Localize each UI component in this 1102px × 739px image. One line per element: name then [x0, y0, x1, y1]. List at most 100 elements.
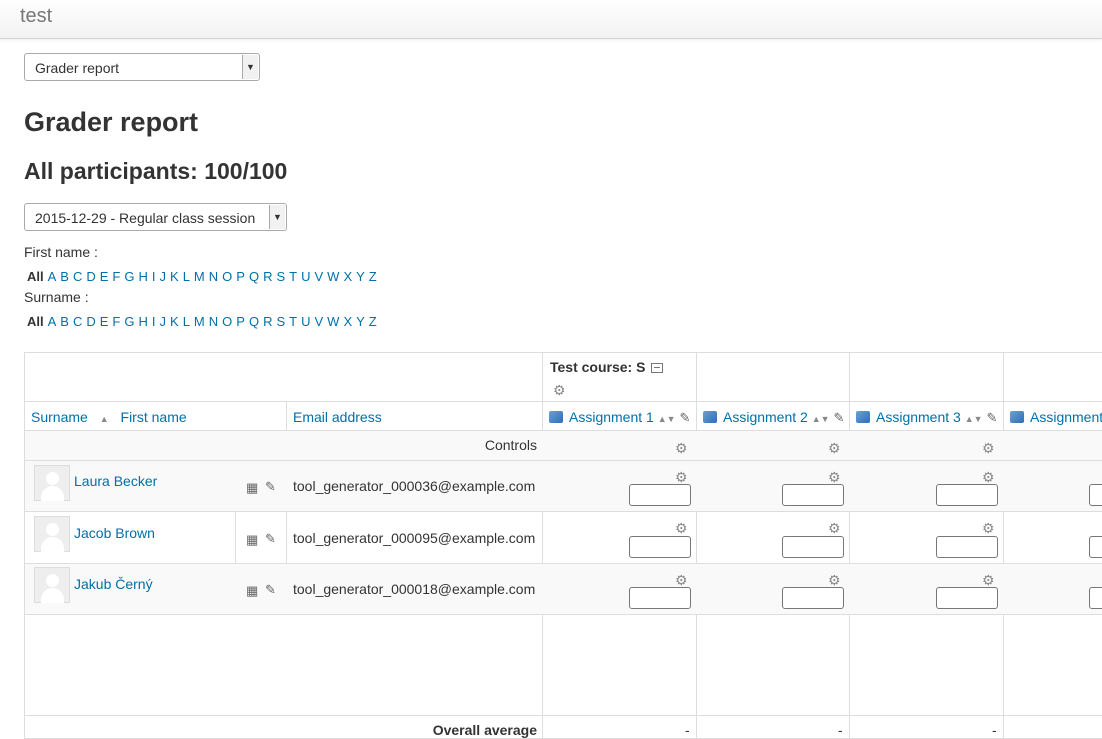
initial-letter-link[interactable]: O	[222, 314, 232, 329]
grid-icon[interactable]: ▦	[246, 480, 258, 496]
initial-letter-link[interactable]: T	[289, 269, 297, 284]
initial-letter-link[interactable]: F	[112, 269, 120, 284]
grade-input[interactable]	[1089, 587, 1102, 609]
initial-letter-link[interactable]: U	[301, 269, 310, 284]
grade-input[interactable]	[936, 536, 998, 558]
assignment-4-link[interactable]: Assignment	[1030, 409, 1102, 425]
initial-letter-link[interactable]: T	[289, 314, 297, 329]
initial-letter-link[interactable]: U	[301, 314, 310, 329]
initial-letter-link[interactable]: G	[124, 269, 134, 284]
grade-input[interactable]	[782, 587, 844, 609]
initial-letter-link[interactable]: M	[194, 314, 205, 329]
gear-icon[interactable]: ⚙	[982, 520, 995, 536]
initial-letter-link[interactable]: M	[194, 269, 205, 284]
gear-icon[interactable]: ⚙	[982, 440, 995, 456]
assignment-3-link[interactable]: Assignment 3	[876, 409, 961, 425]
initial-letter-link[interactable]: D	[86, 314, 95, 329]
gear-icon[interactable]: ⚙	[828, 520, 841, 536]
initial-letter-link[interactable]: V	[314, 314, 323, 329]
initial-letter-link[interactable]: Q	[249, 314, 259, 329]
pencil-icon[interactable]: ✎	[265, 582, 276, 598]
pencil-icon[interactable]: ✎	[265, 479, 276, 495]
gear-icon[interactable]: ⚙	[828, 440, 841, 456]
pencil-icon[interactable]: ✎	[265, 531, 276, 547]
initial-letter-link[interactable]: Q	[249, 269, 259, 284]
initial-letter-link[interactable]: K	[170, 269, 179, 284]
initial-letter-link[interactable]: J	[160, 269, 167, 284]
sort-ascending-icon[interactable]: ▲	[100, 414, 109, 424]
student-name-link[interactable]: Jacob Brown	[74, 525, 155, 541]
initial-letter-link[interactable]: W	[327, 314, 339, 329]
grid-icon[interactable]: ▦	[246, 532, 258, 548]
grade-input[interactable]	[782, 536, 844, 558]
gear-icon[interactable]: ⚙	[982, 469, 995, 485]
gear-icon[interactable]: ⚙	[828, 572, 841, 588]
grade-input[interactable]	[1089, 484, 1102, 506]
grade-input[interactable]	[936, 587, 998, 609]
initial-letter-link[interactable]: A	[48, 269, 57, 284]
initial-letter-link[interactable]: X	[343, 314, 352, 329]
initial-letter-link[interactable]: Z	[369, 314, 377, 329]
sort-surname-link[interactable]: Surname	[31, 409, 88, 425]
initial-letter-link[interactable]: Z	[369, 269, 377, 284]
collapse-icon[interactable]	[651, 363, 664, 373]
grade-input[interactable]	[629, 536, 691, 558]
initial-letter-link[interactable]: V	[314, 269, 323, 284]
initial-letter-link[interactable]: R	[263, 269, 272, 284]
initial-letter-link[interactable]: Y	[356, 314, 365, 329]
grade-input[interactable]	[782, 484, 844, 506]
initial-letter-link[interactable]: G	[124, 314, 134, 329]
report-type-select[interactable]: Grader report ▼	[24, 53, 260, 81]
student-name-link[interactable]: Jakub Černý	[74, 576, 153, 592]
grade-input[interactable]	[629, 484, 691, 506]
initial-letter-link[interactable]: N	[209, 269, 218, 284]
initial-letter-link[interactable]: L	[183, 269, 190, 284]
initial-letter-link[interactable]: C	[73, 269, 82, 284]
initial-letter-link[interactable]: A	[48, 314, 57, 329]
initial-letter-link[interactable]: P	[236, 314, 245, 329]
pencil-icon[interactable]: ✎	[679, 410, 690, 425]
initial-letter-link[interactable]: R	[263, 314, 272, 329]
initial-letter-link[interactable]: F	[112, 314, 120, 329]
initial-letter-link[interactable]: B	[60, 269, 69, 284]
sort-firstname-link[interactable]: First name	[121, 409, 187, 425]
student-name-link[interactable]: Laura Becker	[74, 473, 157, 489]
gear-icon[interactable]: ⚙	[982, 572, 995, 588]
assignment-2-link[interactable]: Assignment 2	[723, 409, 808, 425]
sort-email-link[interactable]: Email address	[293, 409, 382, 425]
gear-icon[interactable]: ⚙	[828, 469, 841, 485]
initial-letter-link[interactable]: K	[170, 314, 179, 329]
site-title[interactable]: test	[20, 5, 52, 28]
gear-icon[interactable]: ⚙	[553, 382, 566, 398]
initial-letter-link[interactable]: O	[222, 269, 232, 284]
initial-letter-link[interactable]: C	[73, 314, 82, 329]
initial-letter-link[interactable]: S	[276, 269, 285, 284]
initial-all[interactable]: All	[27, 314, 44, 329]
grade-input[interactable]	[629, 587, 691, 609]
grid-icon[interactable]: ▦	[246, 583, 258, 599]
pencil-icon[interactable]: ✎	[833, 410, 844, 425]
initial-letter-link[interactable]: E	[100, 269, 109, 284]
initial-letter-link[interactable]: X	[343, 269, 352, 284]
initial-letter-link[interactable]: W	[327, 269, 339, 284]
gear-icon[interactable]: ⚙	[675, 440, 688, 456]
sort-icon[interactable]: ▲▼	[965, 414, 983, 424]
initial-all[interactable]: All	[27, 269, 44, 284]
initial-letter-link[interactable]: P	[236, 269, 245, 284]
gear-icon[interactable]: ⚙	[675, 572, 688, 588]
initial-letter-link[interactable]: N	[209, 314, 218, 329]
avatar[interactable]	[34, 465, 70, 501]
initial-letter-link[interactable]: L	[183, 314, 190, 329]
initial-letter-link[interactable]: I	[152, 269, 156, 284]
sort-icon[interactable]: ▲▼	[658, 414, 676, 424]
avatar[interactable]	[34, 516, 70, 552]
initial-letter-link[interactable]: B	[60, 314, 69, 329]
sort-icon[interactable]: ▲▼	[812, 414, 830, 424]
pencil-icon[interactable]: ✎	[986, 410, 997, 425]
avatar[interactable]	[34, 567, 70, 603]
initial-letter-link[interactable]: H	[139, 269, 148, 284]
initial-letter-link[interactable]: D	[86, 269, 95, 284]
initial-letter-link[interactable]: I	[152, 314, 156, 329]
initial-letter-link[interactable]: E	[100, 314, 109, 329]
initial-letter-link[interactable]: S	[276, 314, 285, 329]
